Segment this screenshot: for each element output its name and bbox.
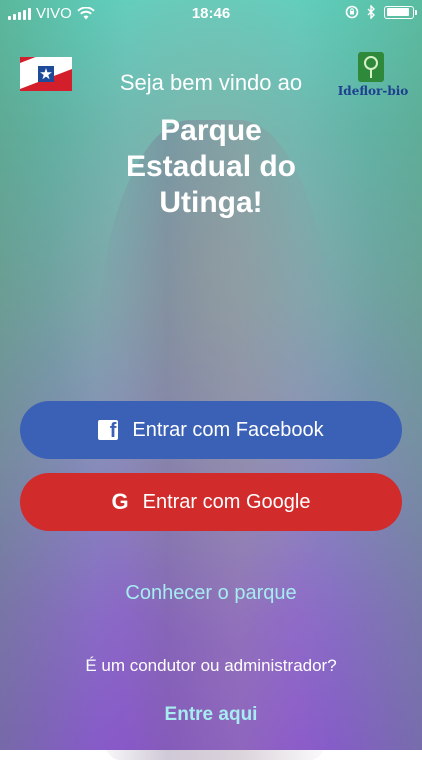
welcome-text: Seja bem vindo ao [119, 70, 303, 95]
orientation-lock-icon [345, 5, 359, 19]
facebook-icon [98, 420, 119, 443]
title-line: Utinga! [159, 186, 263, 219]
know-park-link[interactable]: Conhecer o parque [0, 582, 422, 605]
facebook-login-button[interactable]: Entrar com Facebook [20, 401, 402, 459]
battery-level [386, 8, 409, 16]
status-right [345, 5, 417, 19]
google-icon: G [111, 489, 129, 514]
status-bar: VIVO 18:46 [0, 0, 422, 28]
facebook-login-label: Entrar com Facebook [132, 418, 324, 441]
google-login-label: Entrar com Google [142, 490, 311, 513]
enter-here-link[interactable]: Entre aqui [0, 704, 422, 726]
google-login-button[interactable]: G Entrar com Google [20, 473, 402, 531]
bluetooth-icon [367, 5, 375, 19]
battery-icon [384, 5, 417, 19]
admin-question: É um condutor ou administrador? [85, 656, 337, 675]
park-title: Parque Estadual do Utinga! [0, 113, 422, 221]
title-line: Parque [160, 114, 262, 147]
title-line: Estadual do [125, 150, 297, 183]
